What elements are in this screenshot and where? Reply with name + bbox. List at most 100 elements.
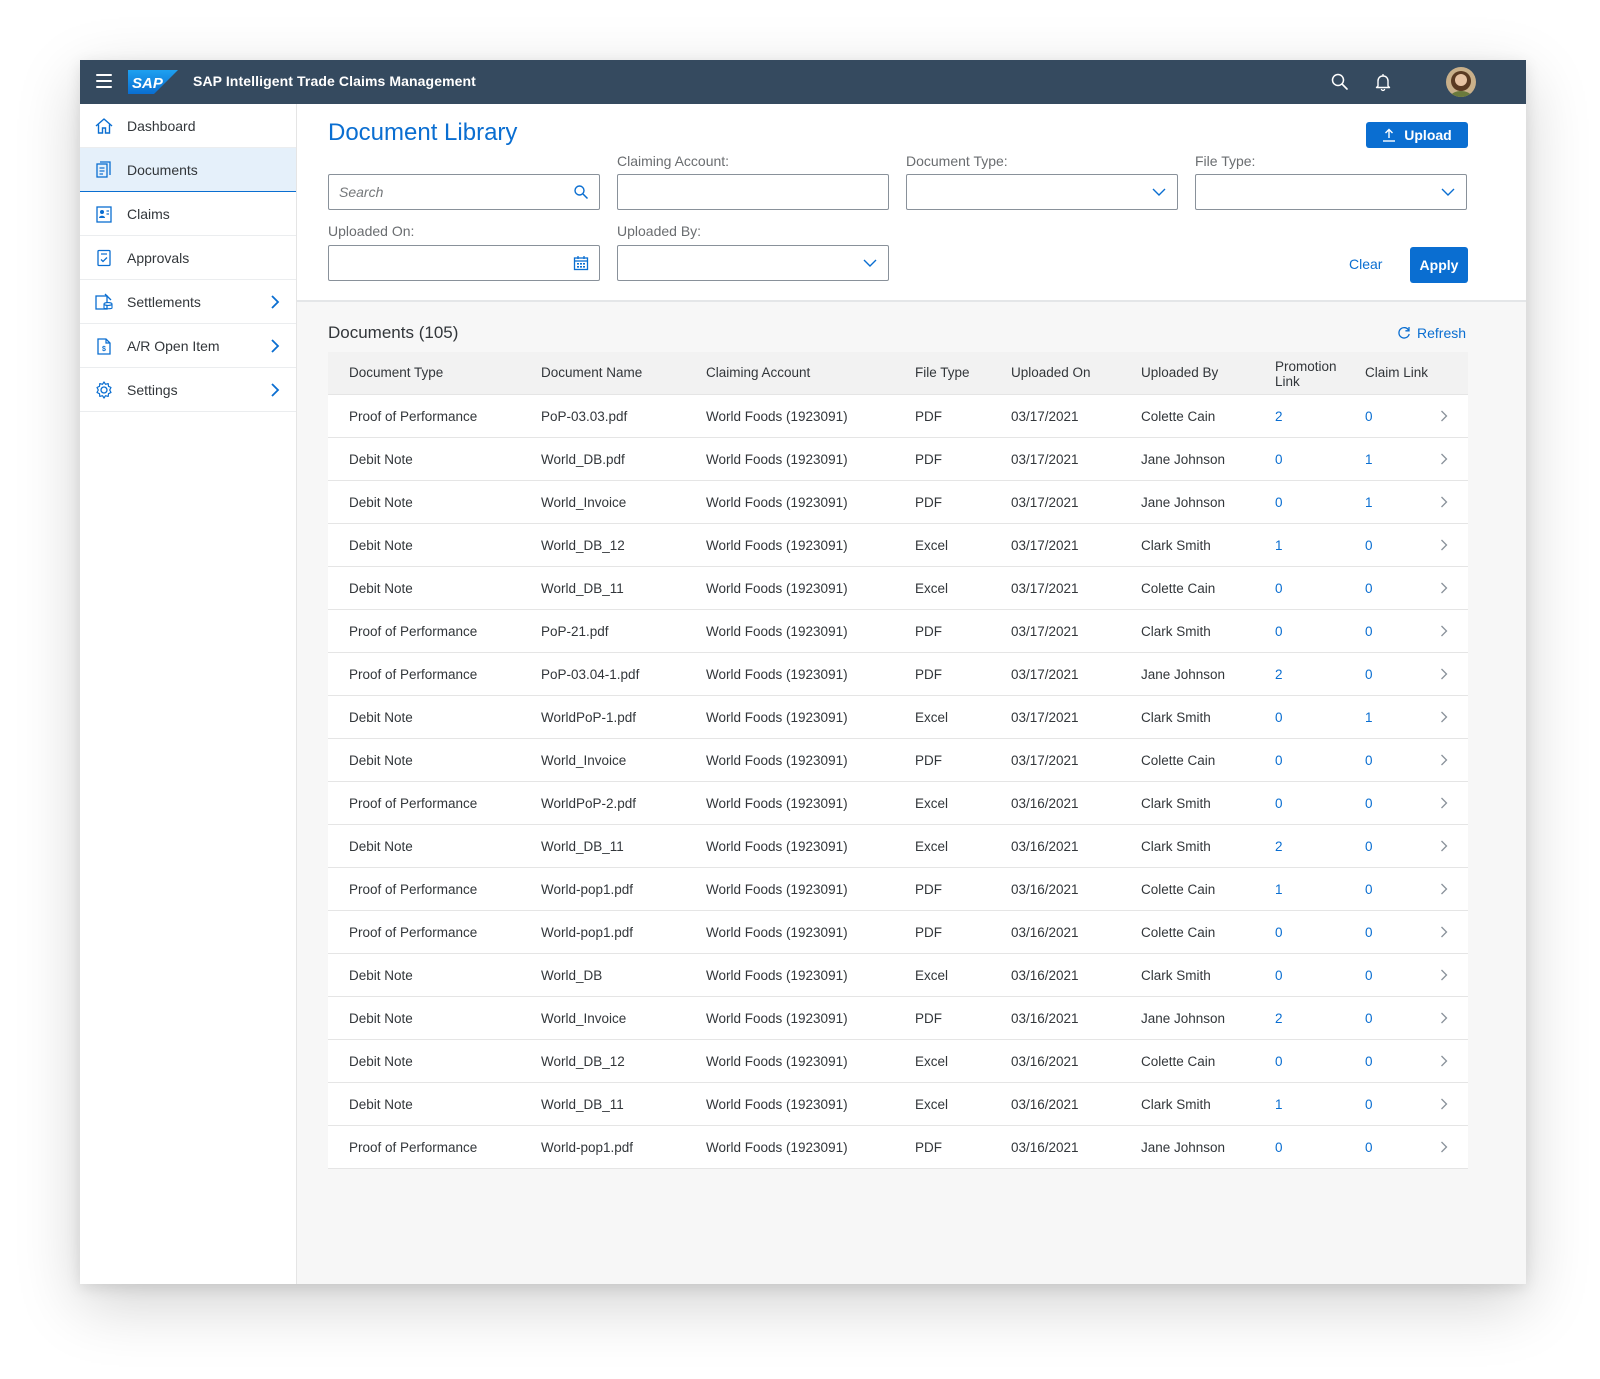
column-header[interactable]: Claim Link	[1365, 365, 1428, 380]
claiming-account-input[interactable]	[617, 174, 889, 210]
table-row[interactable]: Proof of Performance World-pop1.pdf World …	[328, 1126, 1468, 1169]
uploaded-on-datepicker[interactable]	[328, 245, 600, 281]
claim-link[interactable]: 0	[1365, 624, 1373, 639]
chevron-right-icon[interactable]	[1440, 410, 1448, 422]
promotion-link[interactable]: 2	[1275, 839, 1283, 854]
promotion-link[interactable]: 0	[1275, 1140, 1283, 1155]
chevron-right-icon[interactable]	[1440, 969, 1448, 981]
table-row[interactable]: Proof of Performance PoP-03.04-1.pdf World…	[328, 653, 1468, 696]
uploaded-by-select[interactable]	[617, 245, 889, 281]
sidebar-item-approvals[interactable]: Approvals	[80, 236, 296, 280]
column-header[interactable]: Uploaded On	[1011, 365, 1091, 380]
claim-link[interactable]: 0	[1365, 796, 1373, 811]
claim-link[interactable]: 1	[1365, 710, 1373, 725]
promotion-link[interactable]: 2	[1275, 1011, 1283, 1026]
chevron-right-icon[interactable]	[1440, 668, 1448, 680]
bell-icon[interactable]	[1373, 72, 1393, 92]
search-input[interactable]: Search	[328, 174, 600, 210]
apply-button[interactable]: Apply	[1410, 247, 1468, 283]
chevron-right-icon[interactable]	[1440, 1141, 1448, 1153]
claim-link[interactable]: 0	[1365, 409, 1373, 424]
table-row[interactable]: Debit Note World_Invoice World Foods (1923…	[328, 481, 1468, 524]
claim-link[interactable]: 0	[1365, 925, 1373, 940]
claim-link[interactable]: 0	[1365, 538, 1373, 553]
promotion-link[interactable]: 0	[1275, 624, 1283, 639]
table-row[interactable]: Debit Note World_DB_11 World Foods (192309…	[328, 825, 1468, 868]
sidebar-item-dashboard[interactable]: Dashboard	[80, 104, 296, 148]
promotion-link[interactable]: 0	[1275, 581, 1283, 596]
table-row[interactable]: Debit Note World_Invoice World Foods (1923…	[328, 739, 1468, 782]
upload-button[interactable]: Upload	[1366, 122, 1468, 148]
chevron-right-icon[interactable]	[1440, 711, 1448, 723]
calendar-icon[interactable]	[573, 255, 589, 271]
table-row[interactable]: Debit Note World_DB_12 World Foods (192309…	[328, 1040, 1468, 1083]
column-header[interactable]: Document Type	[349, 365, 443, 380]
sidebar-item-settlements[interactable]: Settlements	[80, 280, 296, 324]
table-row[interactable]: Debit Note World_DB.pdf World Foods (19230…	[328, 438, 1468, 481]
claim-link[interactable]: 0	[1365, 1140, 1373, 1155]
user-avatar[interactable]	[1446, 67, 1476, 97]
chevron-right-icon[interactable]	[1440, 1098, 1448, 1110]
document-type-select[interactable]	[906, 174, 1178, 210]
sap-logo[interactable]: SAP	[128, 70, 178, 94]
promotion-link[interactable]: 0	[1275, 452, 1283, 467]
claim-link[interactable]: 0	[1365, 753, 1373, 768]
table-row[interactable]: Debit Note World_DB_11 World Foods (192309…	[328, 567, 1468, 610]
chevron-right-icon[interactable]	[1440, 1055, 1448, 1067]
chevron-right-icon[interactable]	[1440, 754, 1448, 766]
chevron-right-icon[interactable]	[1440, 797, 1448, 809]
table-row[interactable]: Proof of Performance World-pop1.pdf World …	[328, 868, 1468, 911]
chevron-right-icon[interactable]	[1440, 840, 1448, 852]
promotion-link[interactable]: 0	[1275, 753, 1283, 768]
claim-link[interactable]: 0	[1365, 968, 1373, 983]
promotion-link[interactable]: 2	[1275, 667, 1283, 682]
claim-link[interactable]: 1	[1365, 452, 1373, 467]
table-row[interactable]: Proof of Performance WorldPoP-2.pdf World …	[328, 782, 1468, 825]
chevron-right-icon[interactable]	[1440, 453, 1448, 465]
column-header[interactable]: Uploaded By	[1141, 365, 1218, 380]
chevron-right-icon[interactable]	[1440, 539, 1448, 551]
table-row[interactable]: Debit Note World_DB_12 World Foods (192309…	[328, 524, 1468, 567]
search-icon[interactable]	[1330, 72, 1350, 92]
chevron-right-icon[interactable]	[1440, 926, 1448, 938]
table-row[interactable]: Proof of Performance PoP-03.03.pdf World F…	[328, 395, 1468, 438]
file-type-select[interactable]	[1195, 174, 1467, 210]
table-row[interactable]: Proof of Performance PoP-21.pdf World Food…	[328, 610, 1468, 653]
promotion-link[interactable]: 1	[1275, 1097, 1283, 1112]
chevron-right-icon[interactable]	[1440, 582, 1448, 594]
chevron-right-icon[interactable]	[1440, 496, 1448, 508]
column-header[interactable]: Promotion Link	[1275, 359, 1347, 389]
sidebar-item-ar-open-item[interactable]: $ A/R Open Item	[80, 324, 296, 368]
promotion-link[interactable]: 0	[1275, 968, 1283, 983]
sidebar-item-claims[interactable]: Claims	[80, 192, 296, 236]
table-row[interactable]: Debit Note World_Invoice World Foods (1923…	[328, 997, 1468, 1040]
claim-link[interactable]: 0	[1365, 667, 1373, 682]
promotion-link[interactable]: 0	[1275, 495, 1283, 510]
table-row[interactable]: Debit Note World_DB World Foods (1923091) E…	[328, 954, 1468, 997]
claim-link[interactable]: 0	[1365, 581, 1373, 596]
search-icon[interactable]	[573, 184, 589, 200]
promotion-link[interactable]: 0	[1275, 710, 1283, 725]
chevron-right-icon[interactable]	[1440, 625, 1448, 637]
promotion-link[interactable]: 1	[1275, 538, 1283, 553]
promotion-link[interactable]: 1	[1275, 882, 1283, 897]
promotion-link[interactable]: 0	[1275, 925, 1283, 940]
table-row[interactable]: Proof of Performance World-pop1.pdf World …	[328, 911, 1468, 954]
claim-link[interactable]: 0	[1365, 882, 1373, 897]
promotion-link[interactable]: 0	[1275, 1054, 1283, 1069]
table-row[interactable]: Debit Note World_DB_11 World Foods (192309…	[328, 1083, 1468, 1126]
sidebar-item-settings[interactable]: Settings	[80, 368, 296, 412]
clear-button[interactable]: Clear	[1349, 256, 1382, 272]
chevron-right-icon[interactable]	[1440, 1012, 1448, 1024]
claim-link[interactable]: 1	[1365, 495, 1373, 510]
table-row[interactable]: Debit Note WorldPoP-1.pdf World Foods (192…	[328, 696, 1468, 739]
sidebar-item-documents[interactable]: Documents	[80, 148, 296, 192]
claim-link[interactable]: 0	[1365, 1011, 1373, 1026]
chevron-right-icon[interactable]	[1440, 883, 1448, 895]
claim-link[interactable]: 0	[1365, 839, 1373, 854]
menu-icon[interactable]	[96, 74, 112, 88]
refresh-button[interactable]: Refresh	[1397, 325, 1466, 341]
column-header[interactable]: Claiming Account	[706, 365, 810, 380]
promotion-link[interactable]: 0	[1275, 796, 1283, 811]
column-header[interactable]: File Type	[915, 365, 970, 380]
